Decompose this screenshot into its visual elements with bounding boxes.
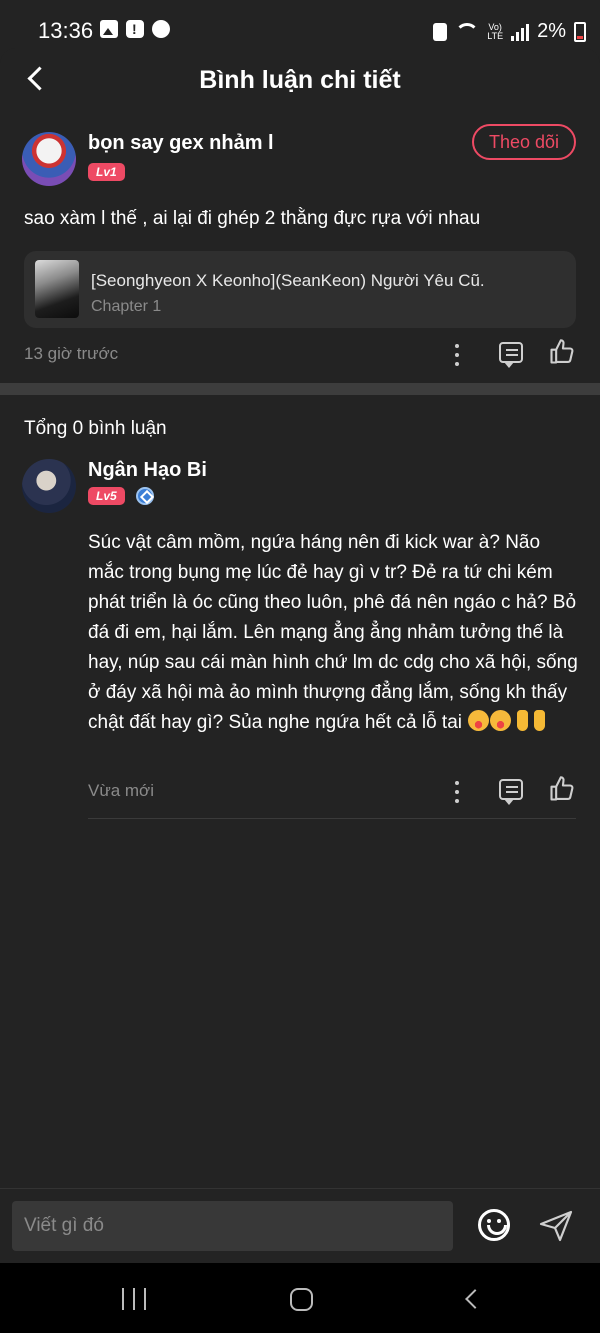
- comment-text: Súc vật câm mồm, ngứa háng nên đi kick w…: [88, 528, 578, 738]
- nav-back-icon[interactable]: [465, 1289, 485, 1309]
- comment-time: 13 giờ trước: [24, 344, 119, 363]
- more-icon[interactable]: [454, 781, 460, 809]
- story-chapter: Chapter 1: [91, 298, 162, 315]
- hot-face-emoji: [490, 710, 512, 731]
- battery-icon: [574, 21, 586, 42]
- comment-icon[interactable]: [499, 342, 523, 368]
- recents-icon[interactable]: [122, 1288, 146, 1310]
- wifi-icon: [455, 22, 480, 41]
- message-notification-icon: [152, 20, 170, 38]
- comment-icon[interactable]: [499, 779, 523, 805]
- pointing-up-emoji: [534, 710, 546, 731]
- story-title: [Seonghyeon X Keonho](SeanKeon) Người Yê…: [91, 271, 485, 290]
- comment-input[interactable]: [12, 1201, 453, 1251]
- story-cover-image: [35, 260, 79, 318]
- level-badge: Lv1: [88, 163, 125, 181]
- header: Bình luận chi tiết: [0, 48, 600, 112]
- more-icon[interactable]: [454, 344, 460, 372]
- page-title: Bình luận chi tiết: [199, 66, 401, 94]
- level-badge: Lv5: [88, 487, 125, 505]
- status-time: 13:36: [38, 18, 94, 43]
- battery-percent: 2%: [537, 20, 566, 42]
- pointing-up-emoji: [517, 710, 529, 731]
- hot-face-emoji: [468, 710, 490, 731]
- comment-input-bar: [0, 1188, 600, 1263]
- comments-total: Tổng 0 bình luận: [24, 418, 167, 439]
- emoji-icon[interactable]: [478, 1209, 510, 1241]
- avatar[interactable]: [22, 459, 76, 513]
- volte-icon: Vo) LTE: [487, 21, 504, 41]
- username[interactable]: bọn say gex nhảm l: [88, 132, 274, 155]
- follow-button[interactable]: Theo dõi: [472, 124, 576, 160]
- send-icon[interactable]: [538, 1209, 574, 1243]
- status-right: Vo) LTE 2%: [433, 20, 586, 43]
- like-icon[interactable]: [548, 338, 576, 366]
- story-card[interactable]: [Seonghyeon X Keonho](SeanKeon) Người Yê…: [24, 251, 576, 328]
- signal-icon: [511, 23, 530, 41]
- comment-time: Vừa mới: [88, 781, 154, 800]
- like-icon[interactable]: [548, 775, 576, 803]
- reply-body: Súc vật câm mồm, ngứa háng nên đi kick w…: [88, 532, 578, 733]
- alert-notification-icon: [126, 20, 144, 38]
- avatar[interactable]: [22, 132, 76, 186]
- gallery-notification-icon: [100, 20, 118, 38]
- username[interactable]: Ngân Hạo Bi: [88, 459, 207, 482]
- home-icon[interactable]: [290, 1288, 313, 1311]
- notification-icons: [100, 20, 170, 38]
- comment-text: sao xàm l thế , ai lại đi ghép 2 thằng đ…: [24, 208, 481, 229]
- system-nav-bar: [0, 1263, 600, 1333]
- section-divider: [0, 383, 600, 395]
- divider: [88, 818, 576, 819]
- battery-saver-icon: [433, 22, 448, 41]
- verified-icon: [136, 487, 154, 505]
